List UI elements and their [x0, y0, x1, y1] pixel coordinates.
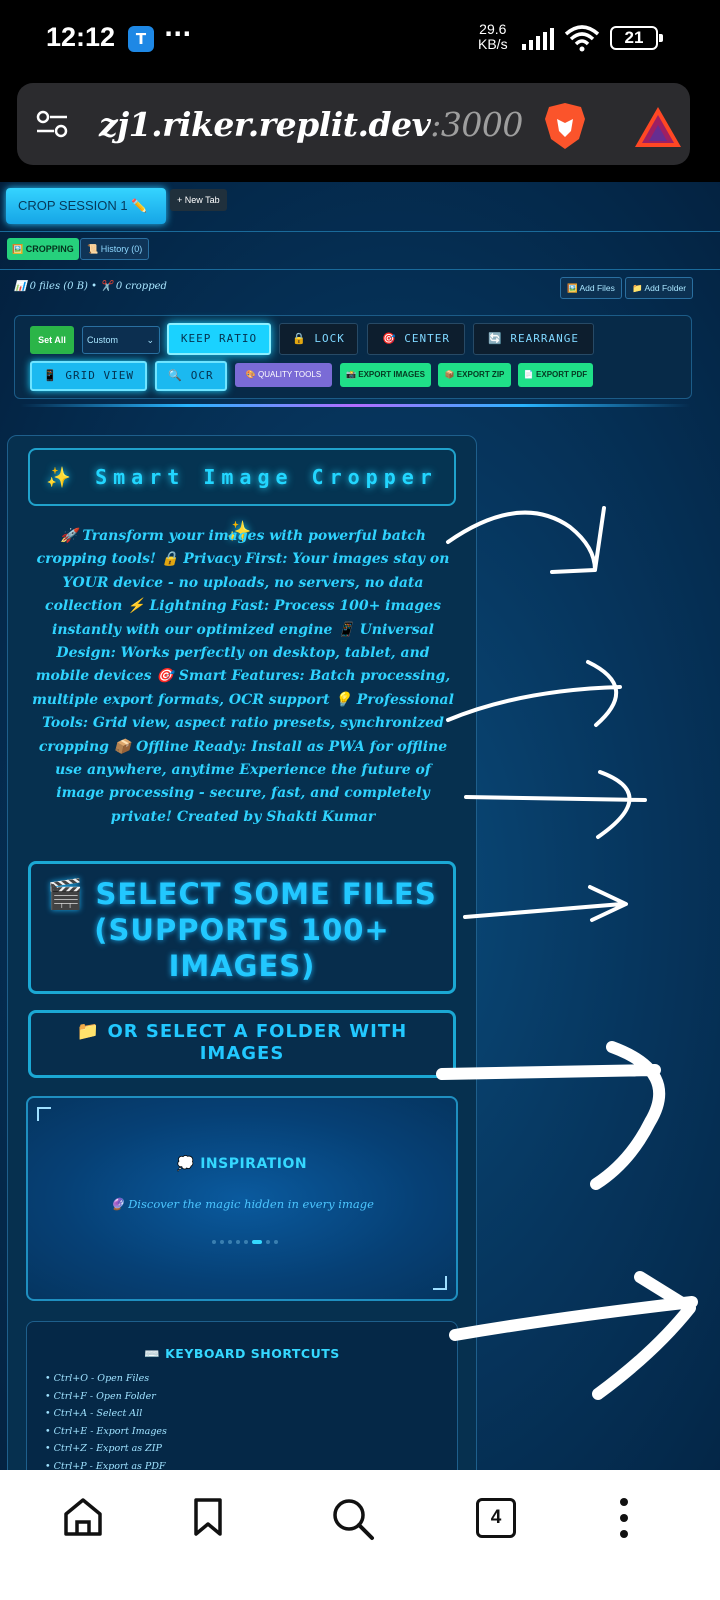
battery-indicator: 21	[610, 26, 663, 50]
arrow-annotation	[464, 770, 647, 839]
url-host: zj1.riker.replit.dev	[99, 105, 431, 144]
bookmark-icon[interactable]	[192, 1496, 224, 1538]
more-notifications-icon: ···	[164, 20, 192, 48]
arrow-annotation	[436, 1041, 666, 1190]
url-text[interactable]: zj1.riker.replit.dev:3000	[99, 105, 523, 144]
clock: 12:12	[46, 22, 116, 52]
network-speed-unit: KB/s	[478, 36, 508, 52]
tab-switcher-button[interactable]: 4	[476, 1498, 516, 1538]
network-speed: 29.6 KB/s	[478, 22, 508, 52]
browser-chrome: zj1.riker.replit.dev:3000	[0, 80, 720, 182]
arrow-annotation	[446, 506, 606, 574]
hand-drawn-arrows	[436, 506, 698, 1400]
arrow-annotation	[449, 1271, 698, 1400]
web-page: CROP SESSION 1 ✏️ + New Tab 🖼️ CROPPING …	[0, 182, 720, 1470]
arrow-annotation	[463, 885, 628, 922]
home-icon[interactable]	[62, 1496, 104, 1538]
site-settings-icon[interactable]	[35, 109, 69, 139]
search-icon[interactable]	[330, 1496, 376, 1542]
network-speed-value: 29.6	[479, 21, 507, 37]
brave-rewards-icon[interactable]	[633, 105, 683, 149]
menu-kebab-icon[interactable]	[614, 1496, 634, 1540]
status-bar: 12:12 T ··· 29.6 KB/s 21	[0, 0, 720, 80]
address-bar[interactable]: zj1.riker.replit.dev:3000	[17, 83, 690, 165]
arrow-annotation	[446, 660, 622, 727]
url-port: :3000	[430, 105, 523, 144]
brave-shields-icon[interactable]	[543, 101, 587, 151]
wifi-icon	[564, 25, 600, 52]
browser-bottom-bar: 4	[0, 1470, 720, 1600]
notification-app-icon: T	[128, 26, 154, 52]
signal-icon	[522, 28, 554, 50]
